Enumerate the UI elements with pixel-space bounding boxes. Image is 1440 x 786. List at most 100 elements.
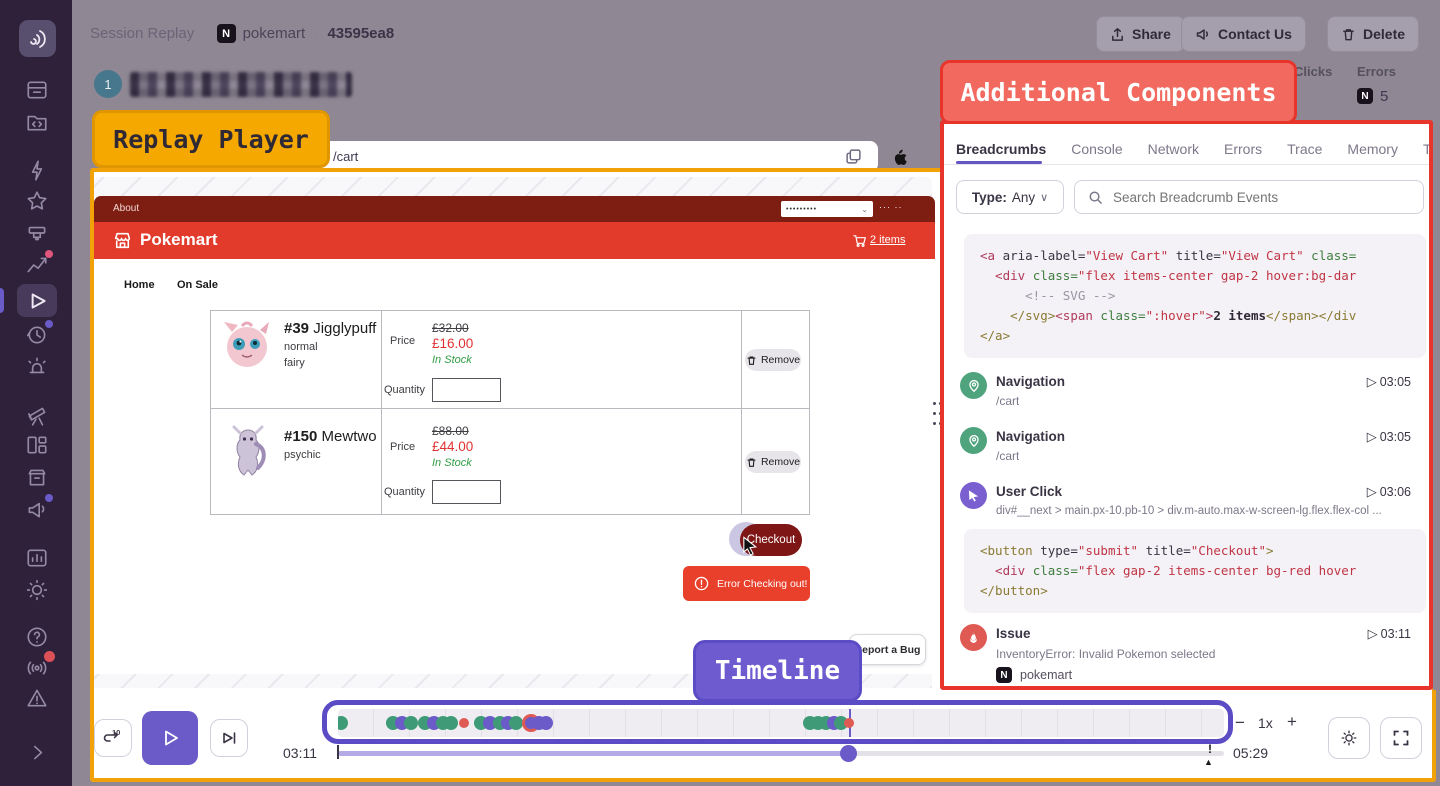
event-timestamp[interactable]: ▷03:06 (1367, 484, 1411, 500)
fullscreen-button[interactable] (1380, 717, 1422, 759)
sidebar-item-starred[interactable] (25, 189, 49, 213)
trash-icon (746, 355, 757, 366)
event-subtitle: InventoryError: Invalid Pokemon selected (996, 647, 1215, 661)
error-toast: Error Checking out! (683, 566, 810, 601)
event-title[interactable]: User Click (996, 484, 1062, 499)
scrubber-handle[interactable] (840, 745, 857, 762)
chevron-right-icon: › (305, 26, 327, 41)
user-click-event-icon (960, 482, 987, 509)
zoom-out-button[interactable]: − (1235, 713, 1245, 733)
pokemon-image-mewtwo (224, 424, 272, 480)
timeline-event-dot[interactable] (844, 718, 854, 728)
timeline-event-dot[interactable] (459, 718, 469, 728)
timeline-event-dot[interactable] (509, 716, 523, 730)
redacted-user-name (130, 72, 352, 97)
trash-icon (746, 457, 757, 468)
quantity-input[interactable] (432, 378, 501, 402)
password-dots: ••••••••• (786, 206, 817, 213)
tab-breadcrumbs[interactable]: Breadcrumbs (956, 141, 1046, 157)
panel-tabs: Breadcrumbs Console Network Errors Trace… (956, 141, 1433, 157)
broadcast-icon[interactable] (25, 656, 49, 680)
type-filter-label: Type: (972, 190, 1007, 205)
sidebar-item-projects[interactable] (25, 110, 49, 134)
type-filter-dropdown[interactable]: Type: Any ∨ (956, 180, 1064, 214)
copy-icon[interactable] (845, 148, 862, 165)
breadcrumb: Session Replay › N pokemart › 43595ea8 (90, 24, 394, 43)
event-subtitle: div#__next > main.px-10.pb-10 > div.m-au… (996, 505, 1416, 517)
zoom-in-button[interactable]: + (1287, 712, 1297, 732)
sidebar-item-issues[interactable] (25, 78, 49, 102)
tab-trace[interactable]: Trace (1287, 141, 1322, 157)
delete-button[interactable]: Delete (1327, 16, 1419, 52)
sidebar-item-replays[interactable] (25, 289, 49, 313)
site-menu-dots[interactable]: ··· ·· (879, 202, 903, 212)
notification-dot (45, 250, 53, 258)
remove-button[interactable]: Remove (745, 349, 801, 371)
apple-os-icon (891, 146, 909, 166)
chevron-down-icon: ∨ (1040, 191, 1048, 204)
remove-button[interactable]: Remove (745, 451, 801, 473)
sidebar-item-discover[interactable] (25, 403, 49, 427)
breadcrumb-project[interactable]: pokemart (243, 25, 306, 42)
timeline-event-dot[interactable] (539, 716, 553, 730)
panel-resize-handle[interactable] (933, 412, 936, 415)
playback-speed[interactable]: 1x (1258, 715, 1273, 731)
sidebar-item-history[interactable] (25, 323, 49, 347)
notification-dot (44, 651, 55, 662)
panel-resize-handle[interactable] (933, 402, 936, 405)
navigation-event-icon (960, 372, 987, 399)
quantity-input[interactable] (432, 480, 501, 504)
panel-resize-handle[interactable] (933, 422, 936, 425)
site-cart-link[interactable]: 2 items (870, 234, 905, 246)
sidebar-item-quickstart[interactable] (25, 158, 49, 182)
timeline-event-strip[interactable] (338, 709, 1224, 737)
timeline-event-dot[interactable] (338, 716, 348, 730)
event-timestamp[interactable]: ▷03:05 (1367, 429, 1411, 445)
errors-stat-label: Errors (1357, 64, 1396, 79)
play-icon (158, 726, 182, 750)
site-brand[interactable]: Pokemart (140, 230, 217, 250)
event-timestamp[interactable]: ▷03:05 (1367, 374, 1411, 390)
pokemon-type: psychic (284, 449, 321, 461)
timeline-event-dot[interactable] (404, 716, 418, 730)
timeline-event-dot[interactable] (444, 716, 458, 730)
search-input[interactable] (1111, 189, 1395, 206)
site-password-select[interactable]: ••••••••• ⌄ (781, 201, 873, 217)
scrubber-start-tick (337, 745, 339, 759)
sidebar-item-settings[interactable] (25, 578, 49, 602)
site-about-link[interactable]: About (113, 203, 139, 214)
sidebar-item-alerts[interactable] (25, 355, 49, 379)
sidebar-item-dashboards[interactable] (25, 433, 49, 457)
event-timestamp[interactable]: ▷03:11 (1368, 626, 1411, 642)
warning-icon[interactable] (25, 686, 49, 710)
event-title[interactable]: Issue (996, 626, 1031, 641)
sentry-logo[interactable] (19, 20, 56, 57)
errors-count: 5 (1380, 88, 1388, 105)
pokemon-image-jigglypuff (222, 318, 272, 370)
event-title[interactable]: Navigation (996, 429, 1065, 444)
site-nav-home[interactable]: Home (124, 279, 155, 291)
tab-tags[interactable]: Ta (1423, 141, 1433, 157)
tab-errors[interactable]: Errors (1224, 141, 1262, 157)
tab-network[interactable]: Network (1148, 141, 1199, 157)
sidebar-item-stats[interactable] (25, 546, 49, 570)
sidebar-item-releases[interactable] (25, 221, 49, 245)
play-button[interactable] (142, 711, 198, 765)
share-button[interactable]: Share (1096, 16, 1185, 52)
contact-us-button[interactable]: Contact Us (1181, 16, 1306, 52)
current-time: 03:11 (283, 745, 317, 761)
tab-console[interactable]: Console (1071, 141, 1122, 157)
sidebar-item-feedback[interactable] (25, 497, 49, 521)
player-settings-button[interactable] (1328, 717, 1370, 759)
help-icon[interactable] (25, 625, 49, 649)
rewind-10s-button[interactable]: 10 (94, 719, 132, 757)
sidebar-collapse-button[interactable] (25, 740, 49, 764)
tab-memory[interactable]: Memory (1347, 141, 1398, 157)
event-title[interactable]: Navigation (996, 374, 1065, 389)
skip-to-end-button[interactable] (210, 719, 248, 757)
sale-price: £16.00 (432, 336, 473, 351)
site-nav-onsale[interactable]: On Sale (177, 279, 218, 291)
sidebar-item-archive[interactable] (25, 465, 49, 489)
sidebar-item-performance[interactable] (25, 253, 49, 277)
breadcrumb-session-replay[interactable]: Session Replay (90, 25, 194, 42)
